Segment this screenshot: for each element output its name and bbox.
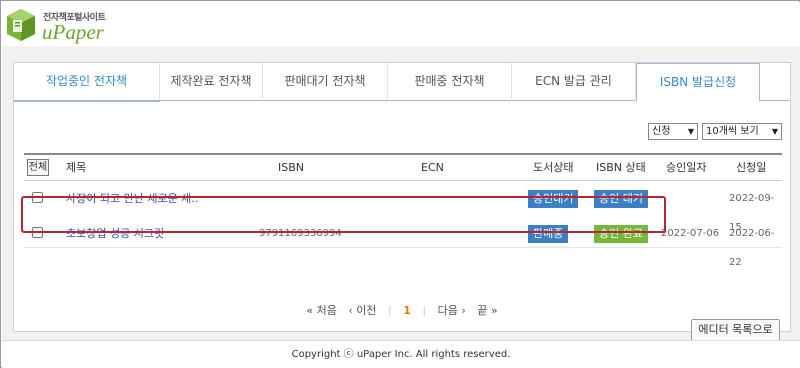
tab-completed[interactable]: 제작완료 전자책 [160, 63, 263, 101]
pager-current[interactable]: 1 [403, 304, 411, 317]
header-isbn-status: ISBN 상태 [596, 161, 646, 174]
pager-divider: | [422, 304, 427, 317]
editor-list-button[interactable]: 에디터 목록으로 [691, 319, 780, 341]
book-cube-icon [7, 9, 35, 41]
main-content: 작업중인 전자책 제작완료 전자책 판매대기 전자책 판매중 전자책 ECN 발… [2, 46, 800, 341]
header-ecn: ECN [421, 161, 444, 174]
pager-prev[interactable]: ‹ 이전 [348, 304, 376, 317]
row-approved-date: 2022-07-06 [661, 228, 720, 239]
chevron-down-icon: ▼ [771, 127, 778, 136]
header-isbn: ISBN [278, 161, 305, 174]
ebook-panel: 작업중인 전자책 제작완료 전자책 판매대기 전자책 판매중 전자책 ECN 발… [13, 62, 791, 341]
header-title: 제목 [66, 161, 87, 174]
chevron-down-icon: ▼ [687, 127, 694, 136]
tab-bar: 작업중인 전자책 제작완료 전자책 판매대기 전자책 판매중 전자책 ECN 발… [14, 63, 790, 102]
page-size-select[interactable]: 10개씩 보기 ▼ [702, 123, 782, 140]
row-request-date: 2022-09-15 [729, 193, 775, 233]
row-request-date: 2022-06-22 [729, 228, 775, 268]
tab-pending-sale[interactable]: 판매대기 전자책 [263, 63, 388, 101]
highlight-box [21, 196, 666, 233]
logo-wordmark: uPaper [42, 20, 104, 44]
logo[interactable]: 전자책포털사이트 uPaper [6, 6, 146, 44]
sort-select-value: 신청 [652, 126, 671, 137]
pagination: « 처음 ‹ 이전 | 1 | 다음 › 끝 » [14, 302, 790, 318]
header-request-date: 신청일 [736, 161, 767, 174]
tab-ecn-management[interactable]: ECN 발급 관리 [512, 63, 636, 101]
tab-in-progress[interactable]: 작업중인 전자책 [14, 63, 160, 101]
tab-underline [14, 100, 160, 102]
pager-first[interactable]: « 처음 [306, 304, 336, 317]
filter-selects: 신청 ▼ 10개씩 보기 ▼ [648, 123, 782, 140]
pager-divider: | [388, 304, 392, 317]
sort-select[interactable]: 신청 ▼ [648, 123, 698, 140]
header: 전자책포털사이트 uPaper [2, 2, 800, 46]
page-size-select-value: 10개씩 보기 [706, 126, 759, 137]
pager-last[interactable]: 끝 » [477, 304, 497, 317]
table-header: 전체 제목 ISBN ECN 도서상태 ISBN 상태 승인일자 신청일 [24, 153, 782, 181]
select-all-button[interactable]: 전체 [27, 159, 49, 176]
header-approved-date: 승인일자 [666, 161, 707, 174]
header-book-status: 도서상태 [533, 161, 574, 174]
tab-isbn-request[interactable]: ISBN 발급신청 [636, 63, 760, 102]
app-frame: 전자책포털사이트 uPaper 작업중인 전자책 제작완료 전자책 판매대기 전… [0, 0, 800, 368]
tab-on-sale[interactable]: 판매중 전자책 [388, 63, 512, 101]
footer-copyright: Copyright ⓒ uPaper Inc. All rights reser… [2, 340, 800, 368]
pager-next[interactable]: 다음 › [438, 304, 466, 317]
